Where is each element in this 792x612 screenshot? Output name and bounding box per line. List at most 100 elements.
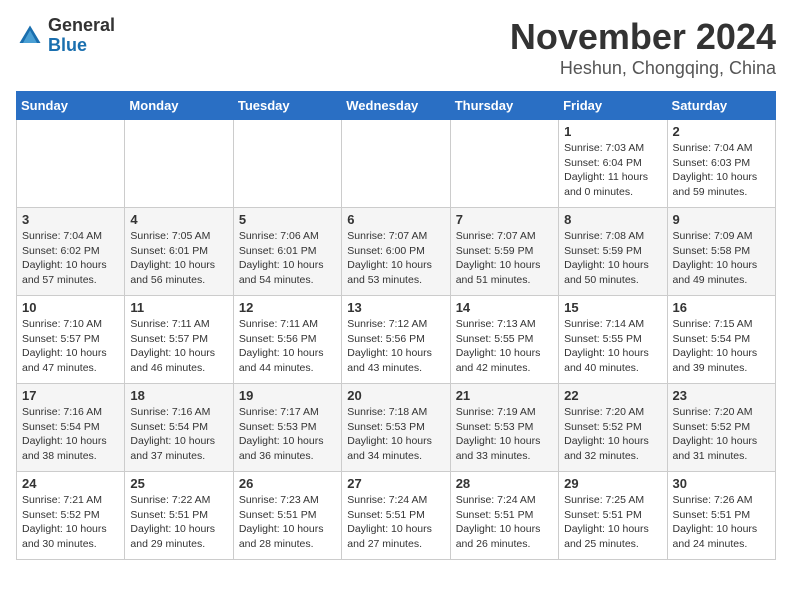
weekday-header: Sunday [17,92,125,120]
calendar-cell: 18 Sunrise: 7:16 AM Sunset: 5:54 PM Dayli… [125,384,233,472]
day-info: Sunrise: 7:24 AM Sunset: 5:51 PM Dayligh… [347,493,444,552]
calendar-cell: 3 Sunrise: 7:04 AM Sunset: 6:02 PM Daylig… [17,208,125,296]
calendar-cell [125,120,233,208]
calendar-week-row: 3 Sunrise: 7:04 AM Sunset: 6:02 PM Daylig… [17,208,776,296]
day-info: Sunrise: 7:20 AM Sunset: 5:52 PM Dayligh… [673,405,770,464]
calendar-week-row: 17 Sunrise: 7:16 AM Sunset: 5:54 PM Dayli… [17,384,776,472]
day-number: 16 [673,300,770,315]
calendar-cell [17,120,125,208]
calendar-cell: 29 Sunrise: 7:25 AM Sunset: 5:51 PM Dayli… [559,472,667,560]
day-number: 26 [239,476,336,491]
calendar-cell: 4 Sunrise: 7:05 AM Sunset: 6:01 PM Daylig… [125,208,233,296]
calendar-cell: 13 Sunrise: 7:12 AM Sunset: 5:56 PM Dayli… [342,296,450,384]
day-info: Sunrise: 7:14 AM Sunset: 5:55 PM Dayligh… [564,317,661,376]
day-number: 1 [564,124,661,139]
weekday-header: Saturday [667,92,775,120]
calendar-cell: 30Sunrise: 7:26 AM Sunset: 5:51 PM Dayli… [667,472,775,560]
calendar-cell: 12 Sunrise: 7:11 AM Sunset: 5:56 PM Dayli… [233,296,341,384]
calendar-week-row: 24 Sunrise: 7:21 AM Sunset: 5:52 PM Dayli… [17,472,776,560]
logo: General Blue [16,16,115,56]
calendar-subtitle: Heshun, Chongqing, China [510,58,776,79]
calendar-cell: 20 Sunrise: 7:18 AM Sunset: 5:53 PM Dayli… [342,384,450,472]
day-info: Sunrise: 7:23 AM Sunset: 5:51 PM Dayligh… [239,493,336,552]
day-info: Sunrise: 7:08 AM Sunset: 5:59 PM Dayligh… [564,229,661,288]
day-number: 22 [564,388,661,403]
day-number: 29 [564,476,661,491]
day-number: 28 [456,476,553,491]
calendar-header: General Blue November 2024 Heshun, Chong… [16,16,776,79]
day-info: Sunrise: 7:10 AM Sunset: 5:57 PM Dayligh… [22,317,119,376]
day-info: Sunrise: 7:07 AM Sunset: 5:59 PM Dayligh… [456,229,553,288]
weekday-header: Monday [125,92,233,120]
calendar-week-row: 1 Sunrise: 7:03 AM Sunset: 6:04 PM Daylig… [17,120,776,208]
calendar-cell: 10 Sunrise: 7:10 AM Sunset: 5:57 PM Dayli… [17,296,125,384]
day-info: Sunrise: 7:18 AM Sunset: 5:53 PM Dayligh… [347,405,444,464]
weekday-header: Tuesday [233,92,341,120]
day-number: 17 [22,388,119,403]
calendar-cell [450,120,558,208]
day-info: Sunrise: 7:25 AM Sunset: 5:51 PM Dayligh… [564,493,661,552]
title-section: November 2024 Heshun, Chongqing, China [510,16,776,79]
day-number: 2 [673,124,770,139]
calendar-cell: 1 Sunrise: 7:03 AM Sunset: 6:04 PM Daylig… [559,120,667,208]
day-info: Sunrise: 7:16 AM Sunset: 5:54 PM Dayligh… [22,405,119,464]
day-number: 23 [673,388,770,403]
day-number: 11 [130,300,227,315]
day-info: Sunrise: 7:26 AM Sunset: 5:51 PM Dayligh… [673,493,770,552]
calendar-cell: 26 Sunrise: 7:23 AM Sunset: 5:51 PM Dayli… [233,472,341,560]
day-number: 15 [564,300,661,315]
calendar-cell: 6 Sunrise: 7:07 AM Sunset: 6:00 PM Daylig… [342,208,450,296]
day-number: 8 [564,212,661,227]
day-info: Sunrise: 7:05 AM Sunset: 6:01 PM Dayligh… [130,229,227,288]
calendar-cell: 22 Sunrise: 7:20 AM Sunset: 5:52 PM Dayli… [559,384,667,472]
day-number: 10 [22,300,119,315]
day-number: 19 [239,388,336,403]
calendar-cell: 8 Sunrise: 7:08 AM Sunset: 5:59 PM Daylig… [559,208,667,296]
day-number: 9 [673,212,770,227]
day-info: Sunrise: 7:04 AM Sunset: 6:03 PM Dayligh… [673,141,770,200]
day-info: Sunrise: 7:21 AM Sunset: 5:52 PM Dayligh… [22,493,119,552]
weekday-header: Wednesday [342,92,450,120]
day-number: 18 [130,388,227,403]
day-number: 6 [347,212,444,227]
day-info: Sunrise: 7:20 AM Sunset: 5:52 PM Dayligh… [564,405,661,464]
day-info: Sunrise: 7:07 AM Sunset: 6:00 PM Dayligh… [347,229,444,288]
day-number: 5 [239,212,336,227]
day-info: Sunrise: 7:12 AM Sunset: 5:56 PM Dayligh… [347,317,444,376]
day-info: Sunrise: 7:13 AM Sunset: 5:55 PM Dayligh… [456,317,553,376]
calendar-table: SundayMondayTuesdayWednesdayThursdayFrid… [16,91,776,560]
calendar-cell: 15 Sunrise: 7:14 AM Sunset: 5:55 PM Dayli… [559,296,667,384]
day-info: Sunrise: 7:04 AM Sunset: 6:02 PM Dayligh… [22,229,119,288]
day-info: Sunrise: 7:09 AM Sunset: 5:58 PM Dayligh… [673,229,770,288]
calendar-title: November 2024 [510,16,776,58]
calendar-cell: 7 Sunrise: 7:07 AM Sunset: 5:59 PM Daylig… [450,208,558,296]
day-info: Sunrise: 7:22 AM Sunset: 5:51 PM Dayligh… [130,493,227,552]
day-number: 7 [456,212,553,227]
day-info: Sunrise: 7:15 AM Sunset: 5:54 PM Dayligh… [673,317,770,376]
day-number: 3 [22,212,119,227]
day-info: Sunrise: 7:16 AM Sunset: 5:54 PM Dayligh… [130,405,227,464]
day-number: 21 [456,388,553,403]
calendar-cell: 9 Sunrise: 7:09 AM Sunset: 5:58 PM Daylig… [667,208,775,296]
day-number: 27 [347,476,444,491]
weekday-header: Thursday [450,92,558,120]
calendar-cell: 2 Sunrise: 7:04 AM Sunset: 6:03 PM Daylig… [667,120,775,208]
day-info: Sunrise: 7:06 AM Sunset: 6:01 PM Dayligh… [239,229,336,288]
day-number: 4 [130,212,227,227]
day-number: 20 [347,388,444,403]
calendar-cell: 16 Sunrise: 7:15 AM Sunset: 5:54 PM Dayli… [667,296,775,384]
day-info: Sunrise: 7:17 AM Sunset: 5:53 PM Dayligh… [239,405,336,464]
calendar-cell [342,120,450,208]
calendar-cell: 23 Sunrise: 7:20 AM Sunset: 5:52 PM Dayli… [667,384,775,472]
day-info: Sunrise: 7:11 AM Sunset: 5:56 PM Dayligh… [239,317,336,376]
day-info: Sunrise: 7:11 AM Sunset: 5:57 PM Dayligh… [130,317,227,376]
weekday-header: Friday [559,92,667,120]
calendar-cell: 28Sunrise: 7:24 AM Sunset: 5:51 PM Dayli… [450,472,558,560]
calendar-week-row: 10 Sunrise: 7:10 AM Sunset: 5:57 PM Dayli… [17,296,776,384]
calendar-cell [233,120,341,208]
day-info: Sunrise: 7:03 AM Sunset: 6:04 PM Dayligh… [564,141,661,200]
day-number: 12 [239,300,336,315]
logo-text: General Blue [48,16,115,56]
day-number: 24 [22,476,119,491]
day-number: 13 [347,300,444,315]
